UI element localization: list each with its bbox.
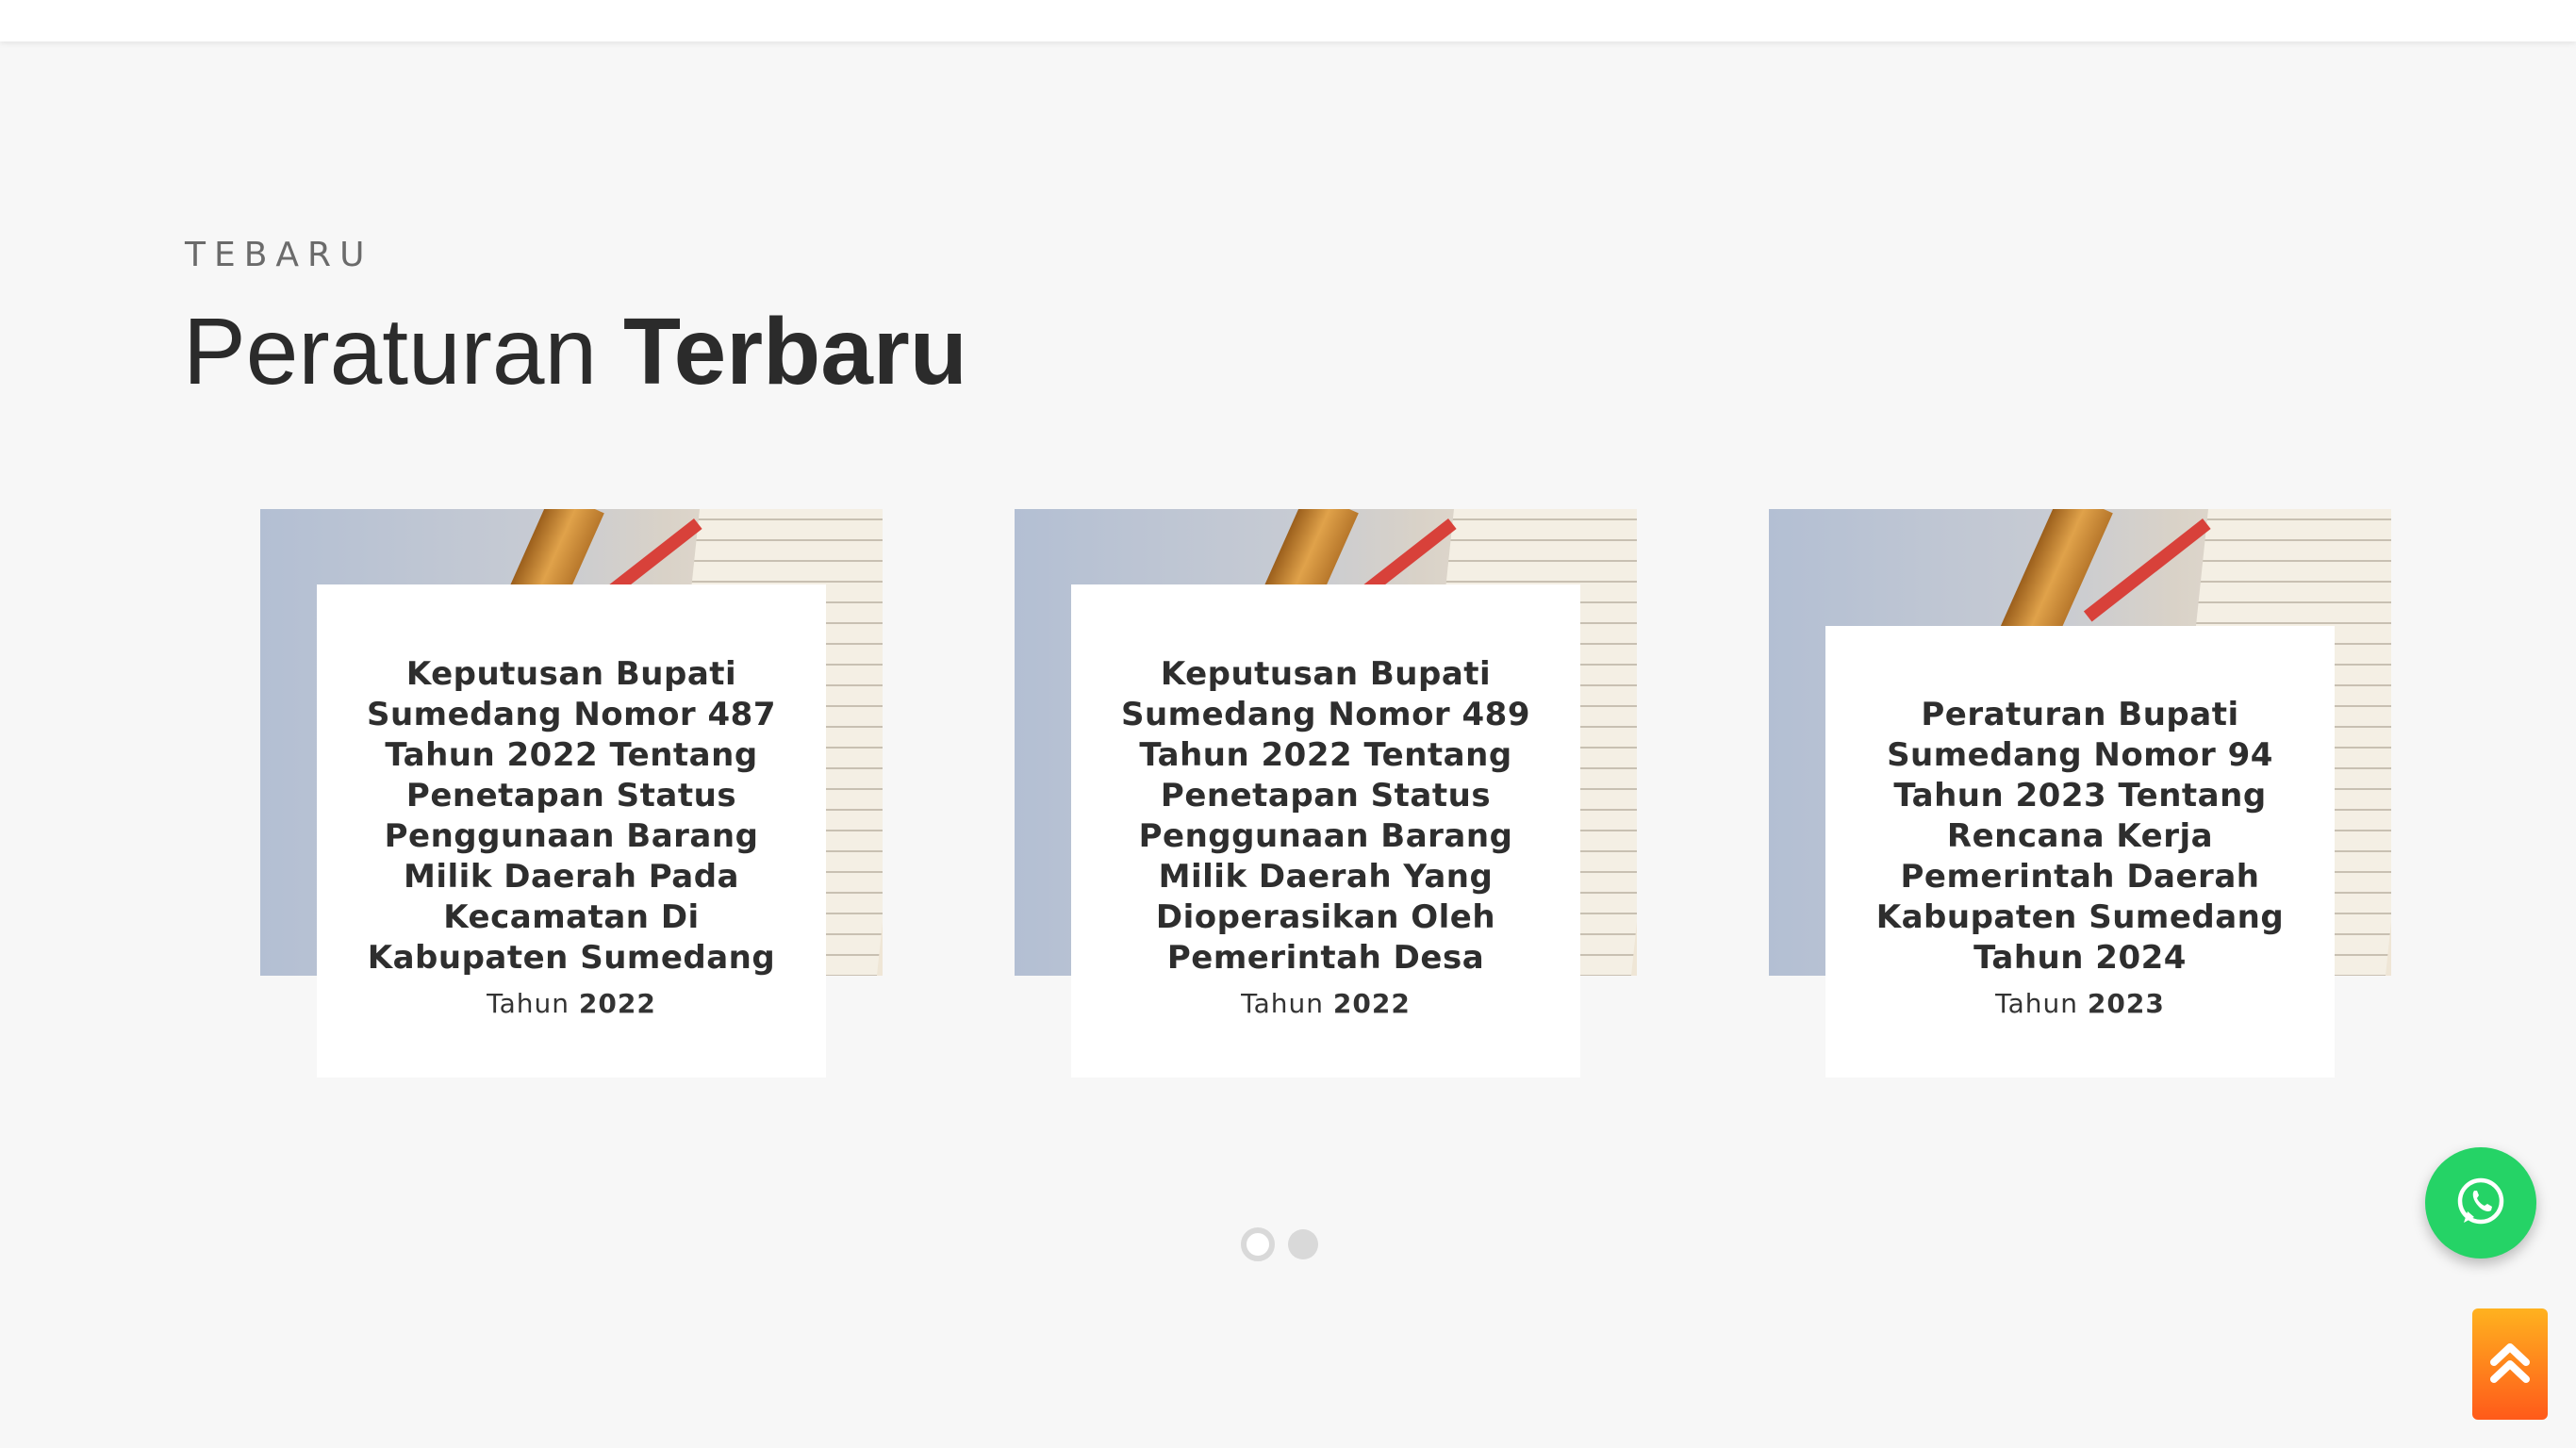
card-year-label: Tahun	[487, 988, 570, 1019]
card-text-panel: Keputusan Bupati Sumedang Nomor 487 Tahu…	[317, 584, 826, 1078]
scroll-to-top-button[interactable]	[2472, 1308, 2548, 1420]
carousel-pagination	[1241, 1227, 1318, 1261]
card-title-link[interactable]: Keputusan Bupati Sumedang Nomor 487 Tahu…	[355, 654, 788, 979]
section-title-bold: Terbaru	[622, 299, 967, 404]
card-title-link[interactable]: Keputusan Bupati Sumedang Nomor 489 Tahu…	[1109, 654, 1543, 979]
section-eyebrow: TEBARU	[185, 236, 373, 274]
regulation-card-2[interactable]: Keputusan Bupati Sumedang Nomor 489 Tahu…	[1015, 509, 1637, 1078]
card-year: Tahun 2023	[1995, 988, 2165, 1019]
card-text-panel: Keputusan Bupati Sumedang Nomor 489 Tahu…	[1071, 584, 1580, 1078]
card-year: Tahun 2022	[1241, 988, 1411, 1019]
regulation-card-3[interactable]: Peraturan Bupati Sumedang Nomor 94 Tahun…	[1769, 509, 2391, 1078]
regulation-card-1[interactable]: Keputusan Bupati Sumedang Nomor 487 Tahu…	[260, 509, 883, 1078]
whatsapp-icon	[2453, 1174, 2508, 1233]
carousel-dot-2[interactable]	[1288, 1229, 1318, 1259]
card-text-panel: Peraturan Bupati Sumedang Nomor 94 Tahun…	[1825, 626, 2335, 1078]
card-year-value: 2023	[2087, 988, 2165, 1019]
card-year-label: Tahun	[1241, 988, 1325, 1019]
section-title: Peraturan Terbaru	[183, 300, 967, 403]
section-title-regular: Peraturan	[183, 299, 598, 404]
card-year-value: 2022	[1332, 988, 1411, 1019]
double-chevron-up-icon	[2486, 1336, 2534, 1393]
top-navigation-bar	[0, 0, 2576, 41]
card-title-link[interactable]: Peraturan Bupati Sumedang Nomor 94 Tahun…	[1863, 695, 2297, 979]
card-year-value: 2022	[578, 988, 656, 1019]
card-year-label: Tahun	[1995, 988, 2079, 1019]
carousel-dot-1[interactable]	[1241, 1227, 1275, 1261]
card-year: Tahun 2022	[487, 988, 656, 1019]
whatsapp-button[interactable]	[2425, 1147, 2536, 1259]
